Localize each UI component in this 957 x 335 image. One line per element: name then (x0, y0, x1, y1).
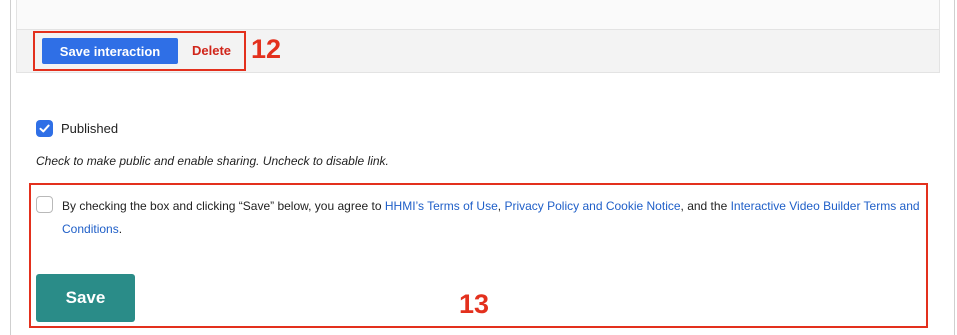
terms-separator-2: , and the (680, 199, 731, 213)
privacy-policy-link[interactable]: Privacy Policy and Cookie Notice (504, 199, 680, 213)
annotation-box-12 (33, 31, 246, 71)
terms-text-after: . (118, 222, 123, 236)
published-label[interactable]: Published (61, 121, 118, 136)
terms-agreement-checkbox[interactable] (36, 196, 53, 213)
checkmark-icon (39, 124, 50, 133)
interaction-editor-page: Save interaction Delete 12 Published Che… (0, 0, 957, 335)
terms-agreement-text: By checking the box and clicking “Save” … (62, 195, 924, 241)
annotation-label-13: 13 (459, 289, 490, 319)
terms-text-before: By checking the box and clicking “Save” … (62, 199, 385, 213)
published-checkbox[interactable] (36, 120, 53, 137)
annotation-label-12: 12 (251, 34, 282, 64)
interaction-panel-top (16, 0, 940, 30)
terms-of-use-link[interactable]: HHMI’s Terms of Use (385, 199, 498, 213)
published-help-text: Check to make public and enable sharing.… (36, 154, 389, 168)
save-button[interactable]: Save (36, 274, 135, 322)
